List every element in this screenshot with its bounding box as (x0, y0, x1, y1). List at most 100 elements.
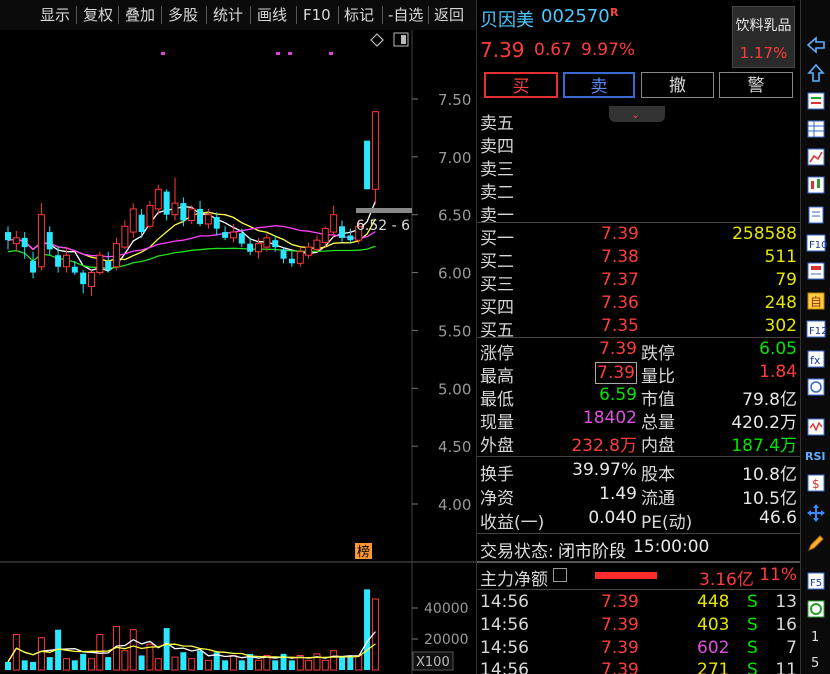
tick-count: 11 (775, 660, 797, 674)
outer-value: 232.8万 (571, 436, 637, 456)
stats-row: 现量 18402 总量 420.2万 (477, 408, 801, 433)
wave-chart-icon[interactable] (805, 416, 827, 438)
alert-button[interactable]: 警 (719, 72, 793, 98)
self-select-icon[interactable]: 自 (805, 290, 827, 312)
volume-bar (30, 661, 37, 670)
toolbar-overlay[interactable]: 叠加 (121, 4, 159, 26)
f10-icon[interactable]: F10 (805, 232, 827, 254)
candlestick-icon[interactable] (805, 174, 827, 196)
stat-label: 总量 (641, 413, 675, 433)
candle-body (197, 208, 204, 224)
stats-row: 最高 7.39 量比 1.84 (477, 362, 801, 387)
tick-price: 7.39 (601, 638, 639, 658)
price-tick-label: 4.00 (438, 496, 471, 514)
candle-body (96, 254, 104, 274)
candle-body (146, 204, 154, 227)
sector-box[interactable]: 饮料乳品 1.17% (732, 6, 795, 68)
toolbar-remove-watchlist[interactable]: -自选 (384, 4, 427, 26)
kline-chart[interactable]: 7.50 7.00 6.50 6.00 5.50 5.00 4.50 4.00 40000 20… (0, 30, 476, 674)
toolbar-restore-rights[interactable]: 复权 (79, 4, 117, 26)
volume-bar (255, 659, 262, 671)
volume-bar (339, 657, 345, 670)
toolbar-back[interactable]: 返回 (430, 4, 468, 26)
toolbar-statistics[interactable]: 统计 (209, 4, 247, 26)
candle-body (213, 217, 220, 229)
cancel-button[interactable]: 撤 (641, 72, 714, 98)
rsi-icon[interactable]: RSI (805, 444, 827, 466)
stat-label: 涨停 (480, 344, 514, 364)
volume-bar (222, 660, 229, 670)
volume-bar (71, 660, 78, 670)
stat-label: 流通 (641, 489, 675, 509)
candle-body (364, 140, 371, 190)
bid-row[interactable]: 买二 7.38 511 (477, 247, 801, 272)
toolbar-display[interactable]: 显示 (36, 4, 74, 26)
bid-row[interactable]: 买四 7.36 248 (477, 293, 801, 318)
candle-body (21, 237, 28, 248)
volume-bar (105, 657, 112, 670)
toolbar-divider (296, 6, 297, 24)
svg-text:fx: fx (810, 354, 821, 367)
toolbar-f10[interactable]: F10 (299, 4, 335, 26)
volume-bar (96, 634, 104, 671)
tick-volume: 403 (697, 615, 730, 635)
price-tick-label: 7.00 (438, 149, 471, 167)
main-flow-row[interactable]: 主力净额 3.16亿 11% (477, 565, 801, 590)
list-icon[interactable] (553, 568, 567, 582)
candle-body (371, 111, 379, 190)
list-check-icon[interactable] (805, 90, 827, 112)
toolbar-draw-line[interactable]: 画线 (253, 4, 291, 26)
sell-button[interactable]: 卖 (563, 72, 635, 98)
formula-icon[interactable]: fx (805, 348, 827, 370)
toolbar-mark[interactable]: 标记 (340, 4, 378, 26)
volume-bar (46, 657, 53, 670)
main-flow-value: 3.16亿 (699, 570, 754, 590)
volume-bar (88, 658, 95, 671)
volume-bar (355, 654, 363, 671)
candle-body (263, 237, 271, 248)
dollar-icon[interactable]: $ (805, 472, 827, 494)
news-icon[interactable] (805, 260, 827, 282)
candle-body (88, 272, 95, 287)
toolbar-divider (250, 6, 251, 24)
tick-time: 14:56 (480, 638, 529, 658)
stock-code: 002570 (541, 6, 610, 27)
tick-side: S (747, 660, 758, 674)
move-icon[interactable] (805, 502, 827, 524)
arrow-up-icon[interactable] (805, 62, 827, 84)
candle-body (280, 249, 287, 259)
rank-badge-label: 榜 (357, 544, 370, 560)
toolbar-divider (382, 6, 383, 24)
refresh-icon[interactable] (805, 376, 827, 398)
arrow-left-icon[interactable] (805, 34, 827, 56)
tick-time: 14:56 (480, 615, 529, 635)
line-chart-icon[interactable] (805, 146, 827, 168)
candle-body (229, 231, 237, 239)
table-icon[interactable] (805, 118, 827, 140)
tick-volume: 602 (697, 638, 730, 658)
volume-unit-label: X100 (416, 655, 450, 670)
toolbar-divider (118, 6, 119, 24)
bid-row[interactable]: 买一 7.39 258588 (477, 224, 801, 249)
bid-row[interactable]: 买三 7.37 79 (477, 270, 801, 295)
volume-bar (154, 658, 162, 671)
document-icon[interactable] (805, 204, 827, 226)
cycle-icon[interactable] (805, 598, 827, 620)
bid-volume: 248 (764, 293, 797, 313)
toolbar-multi-stock[interactable]: 多股 (164, 4, 202, 26)
volume-bar (121, 650, 129, 671)
tick-row: 14:56 7.39 448 S 13 (477, 592, 801, 615)
buy-button[interactable]: 买 (484, 72, 558, 98)
price-tick-label: 5.50 (438, 322, 471, 340)
pencil-icon[interactable] (805, 532, 827, 554)
f12-icon[interactable]: F12 (805, 318, 827, 340)
f5-icon[interactable]: F5 (805, 570, 827, 592)
page-number: 1 (811, 630, 820, 645)
candle-body (80, 272, 87, 285)
tick-count: 13 (775, 592, 797, 612)
nav-value: 1.49 (599, 484, 637, 504)
price-tick-label: 4.50 (438, 438, 471, 456)
toolbar-divider (76, 6, 77, 24)
bid-row[interactable]: 买五 7.35 302 (477, 316, 801, 341)
bid-price: 7.35 (601, 316, 639, 336)
